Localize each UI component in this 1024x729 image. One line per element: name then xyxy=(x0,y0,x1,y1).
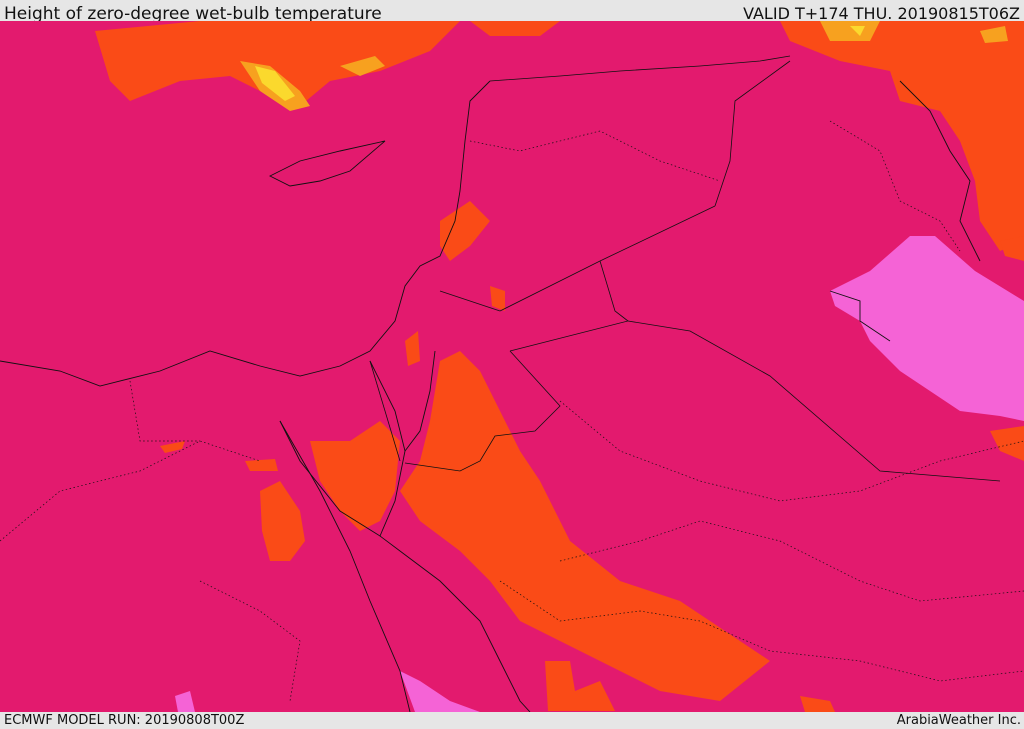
footer-bar: ECMWF MODEL RUN: 20190808T00Z ArabiaWeat… xyxy=(0,712,1024,729)
credit: ArabiaWeather Inc. xyxy=(896,713,1021,728)
header-bar: Height of zero-degree wet-bulb temperatu… xyxy=(0,0,1024,24)
model-run: ECMWF MODEL RUN: 20190808T00Z xyxy=(4,713,245,728)
weather-map xyxy=(0,21,1024,712)
